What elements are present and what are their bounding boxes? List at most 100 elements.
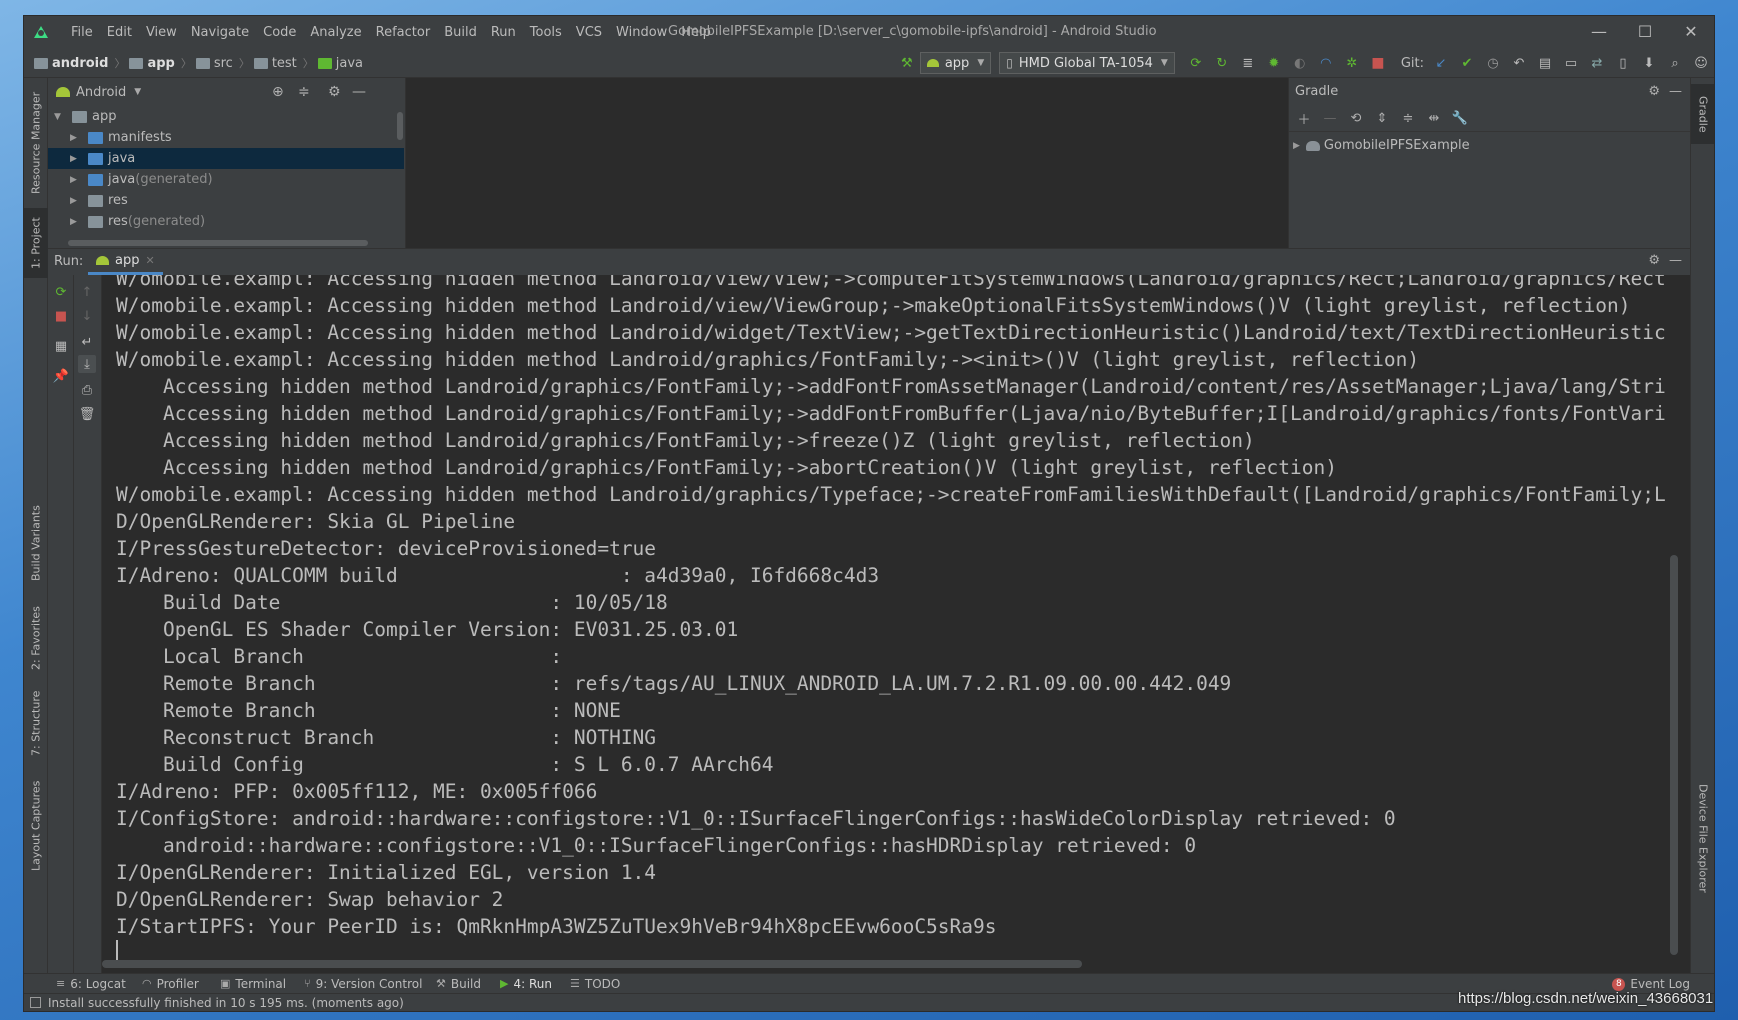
tree-item-java[interactable]: ▶ java bbox=[48, 148, 404, 169]
gear-icon[interactable]: ⚙ bbox=[328, 84, 341, 100]
collapse-icon[interactable]: ≑ bbox=[298, 84, 310, 100]
trash-icon[interactable]: 🗑 bbox=[78, 405, 96, 423]
console-scrollbar-vertical[interactable] bbox=[1670, 555, 1678, 955]
run-config-select[interactable]: app ▼ bbox=[919, 52, 992, 74]
tab-resource-manager[interactable]: Resource Manager bbox=[24, 88, 48, 198]
tab-structure[interactable]: 7: Structure bbox=[24, 686, 48, 761]
tab-run[interactable]: ▶ 4: Run bbox=[500, 974, 552, 994]
tree-item-manifests[interactable]: ▶ manifests bbox=[48, 127, 404, 148]
avd-manager-icon[interactable]: ▯ bbox=[1613, 53, 1633, 73]
menu-item-run[interactable]: Run bbox=[484, 25, 523, 40]
console-output[interactable]: W/omobile.exampl: Accessing hidden metho… bbox=[102, 275, 1684, 974]
stop-icon[interactable]: ■ bbox=[52, 307, 70, 325]
breadcrumb-item[interactable]: java bbox=[317, 56, 363, 71]
gear-icon[interactable]: ⚙ bbox=[1648, 253, 1660, 268]
breadcrumb-item[interactable]: src bbox=[195, 56, 233, 71]
search-icon[interactable]: ⌕ bbox=[1665, 53, 1685, 73]
menu-item-refactor[interactable]: Refactor bbox=[369, 25, 438, 40]
triangle-right-icon[interactable]: ▶ bbox=[70, 133, 80, 143]
close-icon[interactable]: ✕ bbox=[145, 254, 154, 267]
git-update-icon[interactable]: ↙ bbox=[1431, 53, 1451, 73]
sync-project-icon[interactable]: ⇄ bbox=[1587, 53, 1607, 73]
rerun-icon[interactable]: ⟳ bbox=[1186, 53, 1206, 73]
menu-item-view[interactable]: View bbox=[139, 25, 184, 40]
debug-icon[interactable]: ✹ bbox=[1264, 53, 1284, 73]
tab-profiler[interactable]: ◠ Profiler bbox=[142, 974, 199, 994]
tab-build-variants[interactable]: Build Variants bbox=[24, 498, 48, 588]
close-button[interactable]: ✕ bbox=[1668, 16, 1714, 48]
menu-item-analyze[interactable]: Analyze bbox=[303, 25, 368, 40]
tab-logcat[interactable]: ≡ 6: Logcat bbox=[56, 974, 126, 994]
menu-item-edit[interactable]: Edit bbox=[100, 25, 139, 40]
maximize-button[interactable]: ☐ bbox=[1622, 16, 1668, 48]
triangle-right-icon[interactable]: ▶ bbox=[70, 154, 80, 164]
tab-favorites[interactable]: 2: Favorites bbox=[24, 598, 48, 678]
gradle-project-item[interactable]: GomobileIPFSExample bbox=[1324, 138, 1470, 153]
tab-gradle[interactable]: Gradle bbox=[1691, 84, 1714, 144]
hide-icon[interactable]: — bbox=[1669, 253, 1682, 268]
status-toggle-icon[interactable] bbox=[30, 997, 41, 1008]
chevron-down-icon[interactable]: ▼ bbox=[134, 87, 141, 97]
tree-item-res[interactable]: ▶ res (generated) bbox=[48, 211, 404, 232]
tab-layout-captures[interactable]: Layout Captures bbox=[24, 778, 48, 873]
pin-icon[interactable]: 📌 bbox=[52, 367, 70, 385]
project-structure-icon[interactable]: ▤ bbox=[1535, 53, 1555, 73]
print-icon[interactable]: ⎙ bbox=[78, 381, 96, 399]
menu-item-vcs[interactable]: VCS bbox=[569, 25, 609, 40]
gear-icon[interactable]: ⚙ bbox=[1648, 78, 1660, 106]
project-view-select[interactable]: Android bbox=[76, 85, 126, 100]
layout-icon[interactable]: ▭ bbox=[1561, 53, 1581, 73]
tab-device-file-explorer[interactable]: Device File Explorer bbox=[1691, 768, 1714, 908]
menu-item-code[interactable]: Code bbox=[256, 25, 303, 40]
sdk-manager-icon[interactable]: ⬇ bbox=[1639, 53, 1659, 73]
layout-icon[interactable]: ▦ bbox=[52, 337, 70, 355]
menu-item-tools[interactable]: Tools bbox=[523, 25, 569, 40]
scroll-to-end-icon[interactable]: ⤓ bbox=[78, 355, 96, 373]
triangle-right-icon[interactable]: ▶ bbox=[70, 217, 80, 227]
rerun-icon[interactable]: ⟳ bbox=[52, 283, 70, 301]
project-scrollbar-vertical[interactable] bbox=[397, 112, 403, 140]
hammer-icon[interactable]: ⚒ bbox=[897, 53, 917, 73]
run-tab-app[interactable]: app ✕ bbox=[88, 249, 163, 275]
apply-code-changes-icon[interactable]: ≣ bbox=[1238, 53, 1258, 73]
arrow-down-icon[interactable]: ↓ bbox=[78, 307, 96, 325]
breadcrumb-item[interactable]: app bbox=[129, 56, 175, 71]
tab-todo[interactable]: ☰ TODO bbox=[570, 974, 620, 994]
collapse-all-icon[interactable]: ≑ bbox=[1399, 110, 1417, 128]
triangle-right-icon[interactable]: ▶ bbox=[70, 196, 80, 206]
arrow-up-icon[interactable]: ↑ bbox=[78, 283, 96, 301]
tab-terminal[interactable]: ▣ Terminal bbox=[220, 974, 286, 994]
menu-item-navigate[interactable]: Navigate bbox=[184, 25, 256, 40]
locate-icon[interactable]: ⊕ bbox=[272, 84, 284, 100]
plus-icon[interactable]: ＋ bbox=[1295, 110, 1313, 128]
triangle-right-icon[interactable]: ▶ bbox=[70, 175, 80, 185]
stop-icon[interactable]: ■ bbox=[1368, 53, 1388, 73]
breadcrumb-item[interactable]: test bbox=[253, 56, 297, 71]
tab-build[interactable]: ⚒ Build bbox=[436, 974, 481, 994]
user-icon[interactable]: ☺ bbox=[1691, 53, 1711, 73]
tab-version-control[interactable]: ⑂ 9: Version Control bbox=[304, 974, 422, 994]
tree-item-res[interactable]: ▶ res bbox=[48, 190, 404, 211]
menu-item-window[interactable]: Window bbox=[609, 25, 674, 40]
profile-icon[interactable]: ◠ bbox=[1316, 53, 1336, 73]
coverage-icon[interactable]: ◐ bbox=[1290, 53, 1310, 73]
git-commit-icon[interactable]: ✔ bbox=[1457, 53, 1477, 73]
tab-project[interactable]: 1: Project bbox=[24, 208, 48, 278]
minimize-button[interactable]: — bbox=[1576, 16, 1622, 48]
hide-icon[interactable]: — bbox=[352, 84, 366, 100]
attach-debugger-icon[interactable]: ✲ bbox=[1342, 53, 1362, 73]
breadcrumb-item[interactable]: android bbox=[34, 56, 108, 71]
project-scrollbar-horizontal[interactable] bbox=[68, 240, 368, 246]
triangle-down-icon[interactable]: ▼ bbox=[54, 112, 64, 122]
menu-item-file[interactable]: File bbox=[64, 25, 100, 40]
minus-icon[interactable]: — bbox=[1321, 110, 1339, 128]
expand-all-icon[interactable]: ⇕ bbox=[1373, 110, 1391, 128]
refresh-gradle-icon[interactable]: ⟲ bbox=[1347, 110, 1365, 128]
device-select[interactable]: ▯ HMD Global TA-1054 ▼ bbox=[999, 52, 1175, 74]
soft-wrap-icon[interactable]: ↵ bbox=[78, 333, 96, 351]
menu-item-build[interactable]: Build bbox=[437, 25, 484, 40]
triangle-right-icon[interactable]: ▶ bbox=[1293, 141, 1300, 151]
wrench-icon[interactable]: 🔧 bbox=[1451, 110, 1469, 128]
git-history-icon[interactable]: ◷ bbox=[1483, 53, 1503, 73]
apply-changes-icon[interactable]: ↻ bbox=[1212, 53, 1232, 73]
